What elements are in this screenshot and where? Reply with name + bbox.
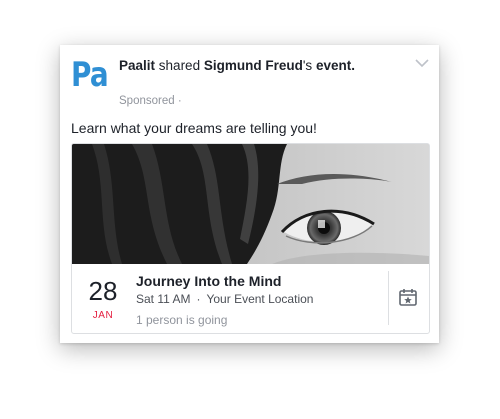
- event-going-count: 1 person is going: [136, 313, 228, 327]
- sponsored-event-post: Pa Paalit shared Sigmund Freud's event. …: [60, 45, 439, 343]
- sponsored-label[interactable]: Sponsored: [119, 95, 175, 107]
- event-attachment[interactable]: 28 JAN Journey Into the Mind Sat 11 AM · Y…: [71, 143, 430, 334]
- event-location: Your Event Location: [206, 292, 314, 306]
- page-logo[interactable]: Pa: [71, 57, 109, 93]
- host-suffix: 's: [302, 58, 313, 73]
- event-title-link[interactable]: Journey Into the Mind: [136, 273, 281, 289]
- action-text: shared: [158, 58, 201, 73]
- chevron-down-icon[interactable]: [415, 55, 429, 68]
- post-message: Learn what your dreams are telling you!: [71, 120, 317, 136]
- sponsored-separator: ·: [177, 95, 182, 107]
- divider: [388, 271, 389, 325]
- event-meta: Sat 11 AM · Your Event Location: [136, 292, 313, 306]
- event-date-day: 28: [88, 276, 118, 306]
- event-cover-photo[interactable]: [72, 144, 429, 264]
- post-header: Paalit shared Sigmund Freud's event.: [119, 57, 359, 74]
- sponsored-label-row: Sponsored ·: [119, 95, 182, 107]
- meta-separator: ·: [196, 292, 201, 306]
- host-name-link[interactable]: Sigmund Freud: [204, 58, 303, 73]
- page-name-link[interactable]: Paalit: [119, 58, 155, 73]
- event-date-month: JAN: [92, 310, 114, 321]
- event-time: Sat 11 AM: [136, 292, 191, 306]
- calendar-star-icon[interactable]: [397, 286, 419, 308]
- event-details: 28 JAN Journey Into the Mind Sat 11 AM · Y…: [72, 264, 429, 333]
- event-link[interactable]: event.: [316, 58, 355, 73]
